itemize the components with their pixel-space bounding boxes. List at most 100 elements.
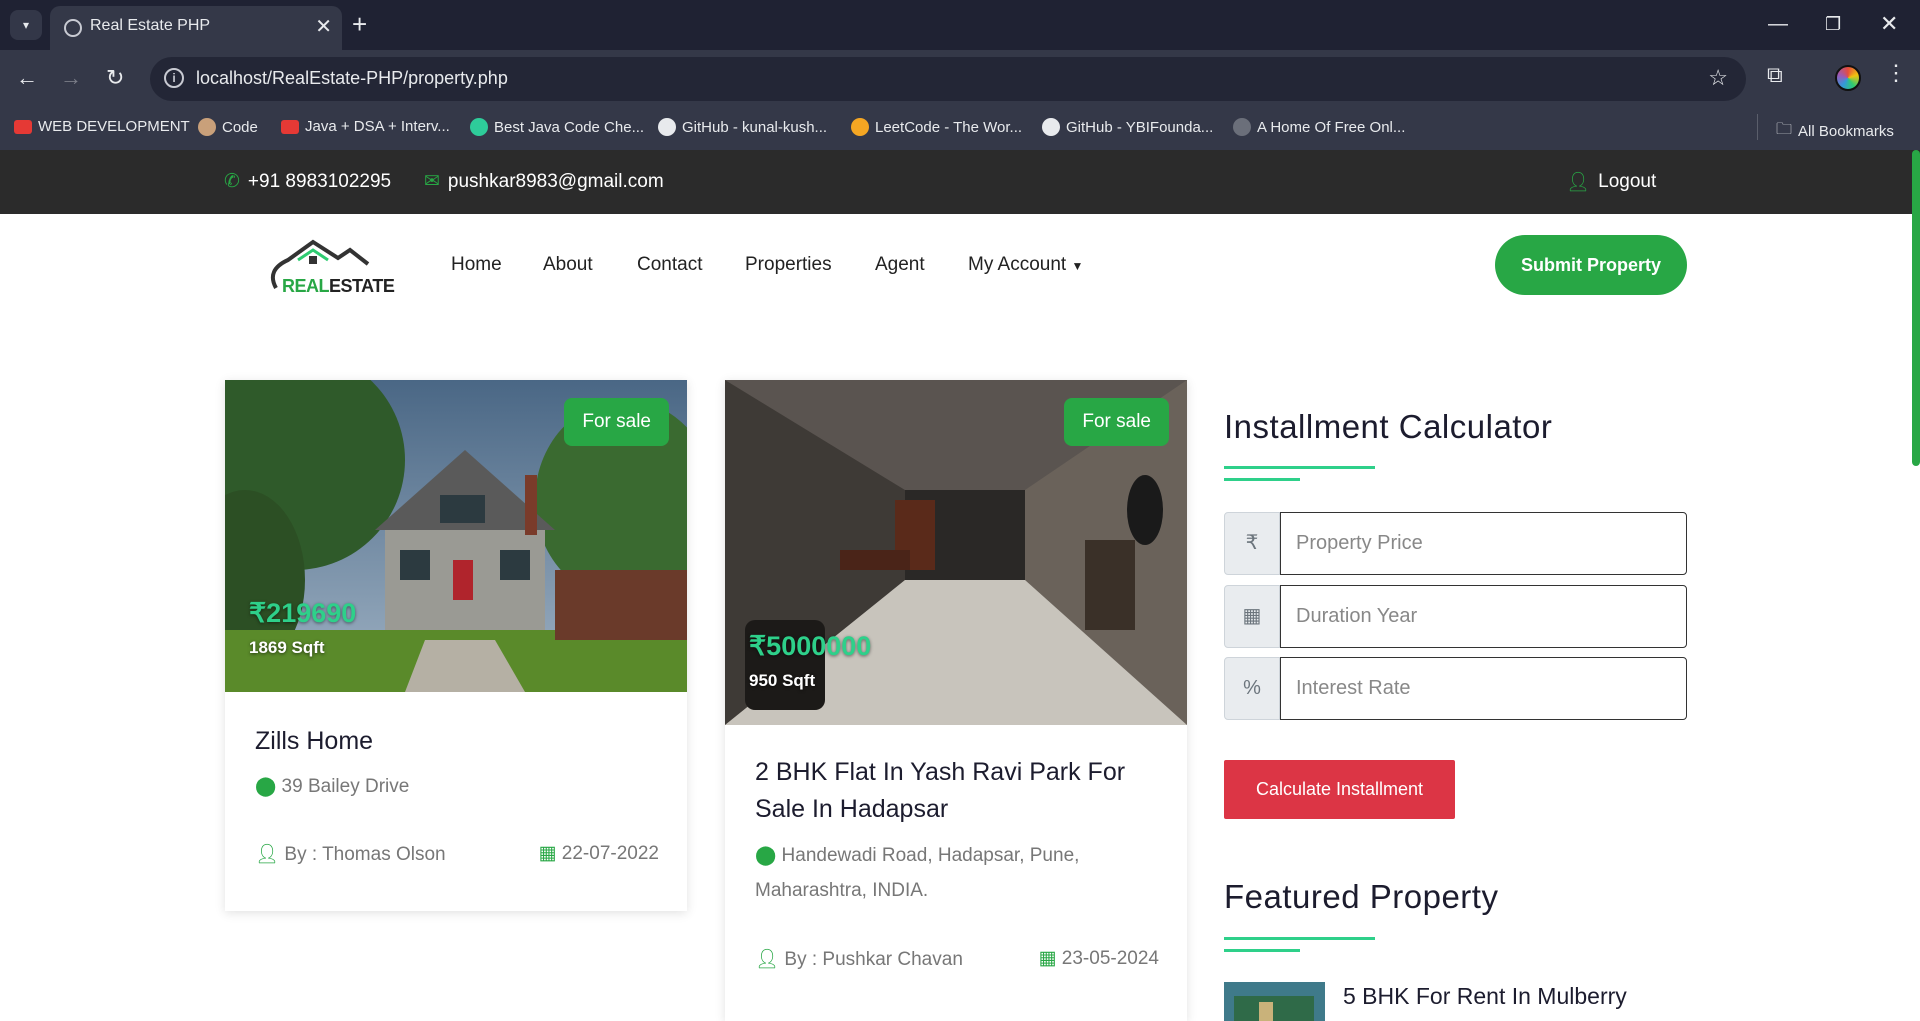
forward-icon[interactable]: →	[60, 62, 82, 94]
bookmark-item[interactable]: WEB DEVELOPMENT	[14, 118, 190, 135]
extensions-icon[interactable]: ⧉	[1767, 62, 1783, 88]
logout-link[interactable]: 👤︎ Logout	[1566, 170, 1656, 194]
site-info-icon[interactable]: i	[164, 68, 184, 88]
property-agent: 👤︎ By : Pushkar Chavan	[755, 949, 963, 970]
property-title[interactable]: Zills Home	[255, 723, 665, 760]
nav-home[interactable]: Home	[451, 254, 502, 276]
heading-underline	[1224, 466, 1375, 469]
property-address: ⬤︎ Handewadi Road, Hadapsar, Pune, Mahar…	[755, 845, 1080, 901]
bookmark-item[interactable]: Best Java Code Che...	[470, 118, 644, 136]
duration-year-input[interactable]	[1280, 585, 1687, 648]
property-image[interactable]: For sale ₹219690 1869 Sqft	[225, 380, 687, 692]
bug-icon	[1233, 118, 1251, 136]
sale-badge: For sale	[1064, 398, 1169, 446]
map-marker-icon: ⬤︎	[755, 845, 777, 866]
envelope-icon: ✉	[424, 171, 440, 192]
browser-tab[interactable]: Real Estate PHP ✕	[50, 6, 342, 50]
heading-underline	[1224, 937, 1375, 940]
percent-icon: %	[1224, 657, 1280, 720]
email-contact[interactable]: ✉ pushkar8983@gmail.com	[424, 170, 664, 193]
sale-badge: For sale	[564, 398, 669, 446]
address-bar[interactable]: i localhost/RealEstate-PHP/property.php …	[150, 57, 1746, 101]
page-scrollbar[interactable]	[1912, 150, 1920, 466]
youtube-icon	[14, 119, 32, 134]
bookmark-item[interactable]: Code	[198, 118, 258, 136]
property-card[interactable]: For sale ₹5000000 950 Sqft 2 BHK Flat In…	[725, 380, 1187, 1021]
all-bookmarks[interactable]: 🗀 All Bookmarks	[1776, 118, 1894, 145]
logo-wordmark: REALESTATE	[282, 276, 395, 296]
youtube-icon	[281, 119, 299, 134]
cloud-icon	[470, 118, 488, 136]
property-price-input[interactable]	[1280, 512, 1687, 575]
property-date: ▦ 22-07-2022	[538, 843, 659, 864]
heading-underline	[1224, 478, 1300, 481]
browser-toolbar: ← → ↻ i localhost/RealEstate-PHP/propert…	[0, 50, 1920, 108]
bookmarks-divider	[1757, 114, 1758, 140]
property-price: ₹219690	[249, 598, 357, 628]
property-card[interactable]: For sale ₹219690 1869 Sqft Zills Home ⬤︎…	[225, 380, 687, 911]
submit-property-button[interactable]: Submit Property	[1495, 235, 1687, 295]
phone-icon: ✆	[224, 171, 240, 192]
window-close-icon[interactable]: ✕	[1880, 10, 1898, 38]
featured-heading: Featured Property	[1224, 878, 1499, 915]
minimize-icon[interactable]: —	[1768, 10, 1788, 38]
property-area: 950 Sqft	[749, 671, 816, 690]
bookmark-item[interactable]: A Home Of Free Onl...	[1233, 118, 1405, 136]
property-title[interactable]: 2 BHK Flat In Yash Ravi Park For Sale In…	[755, 754, 1165, 828]
back-icon[interactable]: ←	[16, 62, 38, 94]
bookmark-item[interactable]: Java + DSA + Interv...	[281, 118, 450, 135]
bookmark-star-icon[interactable]: ☆	[1708, 65, 1728, 91]
restore-icon[interactable]: ❐	[1825, 10, 1841, 38]
new-tab-icon[interactable]: +	[352, 10, 367, 38]
bookmark-item[interactable]: LeetCode - The Wor...	[851, 118, 1022, 136]
featured-property-title[interactable]: 5 BHK For Rent In Mulberry	[1343, 983, 1627, 1010]
calculator-heading: Installment Calculator	[1224, 408, 1553, 445]
user-icon: 👤︎	[1566, 172, 1591, 193]
nav-agent[interactable]: Agent	[875, 254, 925, 276]
bookmark-item[interactable]: GitHub - YBIFounda...	[1042, 118, 1213, 136]
calendar-icon: ▦	[1224, 585, 1280, 648]
user-icon: 👤︎	[755, 949, 780, 970]
property-agent: 👤︎ By : Thomas Olson	[255, 844, 446, 865]
bookmarks-bar: WEB DEVELOPMENT Code Java + DSA + Interv…	[0, 108, 1920, 150]
avatar-icon	[198, 118, 216, 136]
property-address: ⬤︎ 39 Bailey Drive	[255, 776, 410, 797]
interest-rate-input[interactable]	[1280, 657, 1687, 720]
phone-contact[interactable]: ✆ +91 8983102295	[224, 170, 391, 193]
featured-thumbnail[interactable]	[1224, 982, 1325, 1021]
nav-contact[interactable]: Contact	[637, 254, 702, 276]
user-icon: 👤︎	[255, 844, 280, 865]
property-image[interactable]: For sale ₹5000000 950 Sqft	[725, 380, 1187, 725]
url-text[interactable]: localhost/RealEstate-PHP/property.php	[196, 68, 508, 89]
reload-icon[interactable]: ↻	[106, 62, 124, 94]
browser-tab-strip: ▾ Real Estate PHP ✕ + — ❐ ✕	[0, 0, 1920, 50]
caret-down-icon: ▼	[1071, 259, 1084, 273]
profile-avatar[interactable]	[1835, 65, 1861, 91]
close-tab-icon[interactable]: ✕	[315, 14, 332, 39]
github-icon	[658, 118, 676, 136]
globe-icon	[64, 19, 82, 37]
tab-title: Real Estate PHP	[90, 17, 211, 34]
bookmark-item[interactable]: GitHub - kunal-kush...	[658, 118, 827, 136]
nav-about[interactable]: About	[543, 254, 593, 276]
property-price: ₹5000000	[749, 631, 872, 661]
leetcode-icon	[851, 118, 869, 136]
site-logo[interactable]: REALESTATE	[258, 230, 395, 306]
nav-properties[interactable]: Properties	[745, 254, 832, 276]
featured-photo	[1224, 982, 1325, 1021]
duration-group: ▦	[1224, 585, 1687, 648]
calendar-icon: ▦	[538, 843, 557, 864]
calendar-icon: ▦	[1038, 948, 1057, 969]
site-topbar: ✆ +91 8983102295 ✉ pushkar8983@gmail.com…	[0, 150, 1920, 214]
heading-underline	[1224, 949, 1300, 952]
nav-my-account[interactable]: My Account ▼	[968, 254, 1083, 276]
site-header: REALESTATE Home About Contact Properties…	[0, 214, 1912, 314]
property-price-group: ₹	[1224, 512, 1687, 575]
calculate-installment-button[interactable]: Calculate Installment	[1224, 760, 1455, 819]
property-date: ▦ 23-05-2024	[1038, 948, 1159, 969]
tab-search-icon[interactable]: ▾	[10, 10, 42, 40]
folder-icon: 🗀	[1776, 121, 1793, 138]
interest-group: %	[1224, 657, 1687, 720]
rupee-icon: ₹	[1224, 512, 1280, 575]
browser-menu-icon[interactable]: ⋮	[1885, 60, 1907, 86]
